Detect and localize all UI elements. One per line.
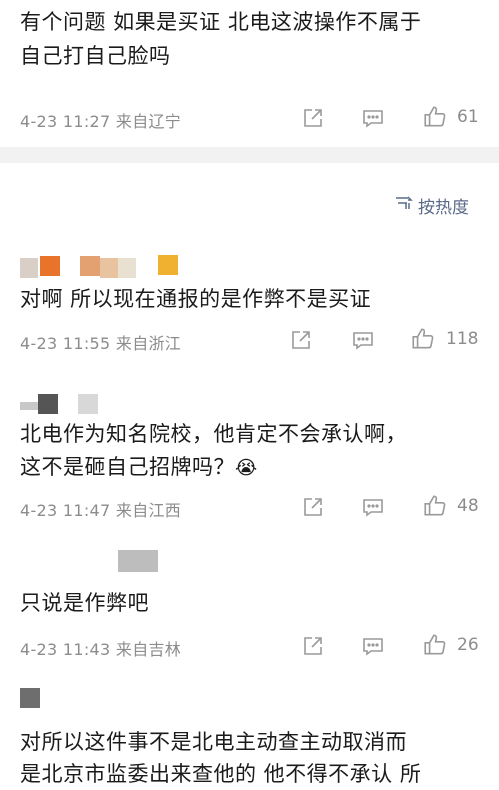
like-count: 26 xyxy=(457,635,479,655)
comment-text-line: 对所以这件事不是北电主动查主动取消而 xyxy=(20,730,407,754)
comment-icon[interactable] xyxy=(360,105,386,131)
comment-text-line: 有个问题 如果是买证 北电这波操作不属于 xyxy=(20,10,422,34)
comment-text-line: 这不是砸自己招牌吗？😭 xyxy=(20,451,258,484)
like-icon[interactable] xyxy=(410,326,436,352)
comment-meta: 4-23 11:43 来自吉林 xyxy=(20,640,182,659)
comment-icon[interactable] xyxy=(360,633,386,659)
share-icon[interactable] xyxy=(288,327,314,353)
like-icon[interactable] xyxy=(422,632,448,658)
share-icon[interactable] xyxy=(300,494,326,520)
like-count: 61 xyxy=(457,107,479,127)
comment-text: 这不是砸自己招牌吗？ xyxy=(20,455,235,479)
like-count: 118 xyxy=(446,329,479,349)
comment-meta: 4-23 11:55 来自浙江 xyxy=(20,334,182,353)
comment-text-line: 是北京市监委出来查他的 他不得不承认 所 xyxy=(20,762,422,786)
comment-text-line: 对啊 所以现在通报的是作弊不是买证 xyxy=(20,287,372,311)
comment-text-line: 北电作为知名院校，他肯定不会承认啊， xyxy=(20,422,407,446)
share-icon[interactable] xyxy=(300,633,326,659)
comment-meta: 4-23 11:27 来自辽宁 xyxy=(20,112,182,131)
share-icon[interactable] xyxy=(300,105,326,131)
comment-icon[interactable] xyxy=(360,494,386,520)
crying-emoji: 😭 xyxy=(235,457,258,479)
comment-text-line: 自己打自己脸吗 xyxy=(20,44,171,68)
like-count: 48 xyxy=(457,496,479,516)
comment-icon[interactable] xyxy=(350,327,376,353)
sort-label: 按热度 xyxy=(418,198,469,218)
like-icon[interactable] xyxy=(422,104,448,130)
comment-meta: 4-23 11:47 来自江西 xyxy=(20,501,182,520)
sort-button[interactable]: 按热度 xyxy=(394,193,469,218)
like-icon[interactable] xyxy=(422,493,448,519)
section-divider xyxy=(0,147,499,163)
sort-icon xyxy=(394,194,414,217)
comment-text-line: 只说是作弊吧 xyxy=(20,591,149,615)
